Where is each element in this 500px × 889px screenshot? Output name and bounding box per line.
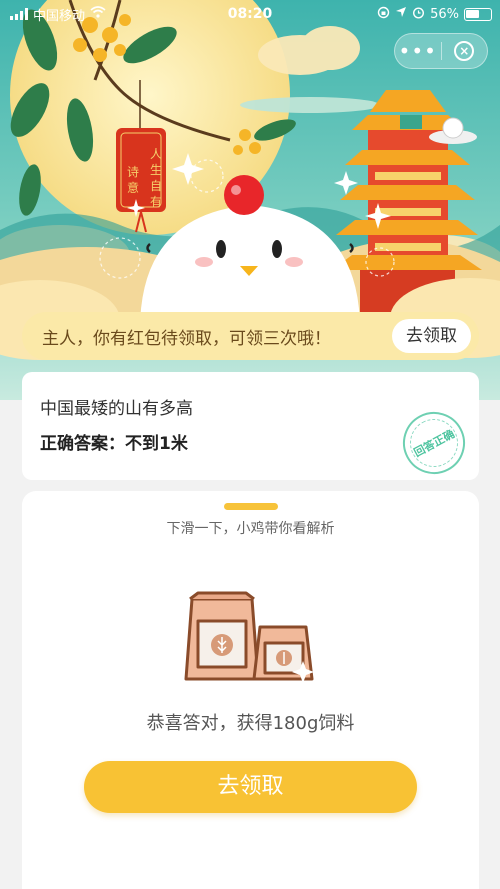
svg-text:意: 意 (127, 180, 139, 195)
claim-red-packet-button[interactable]: 去领取 (392, 319, 471, 353)
close-button[interactable]: × (441, 41, 487, 61)
reward-text: 恭喜答对，获得180g饲料 (146, 713, 355, 734)
sheet-handle[interactable] (224, 503, 278, 510)
correct-answer: 正确答案：不到1米 (40, 429, 461, 454)
miniprogram-capsule: ••• × (394, 33, 488, 69)
carrier-label: 中国移动 (33, 8, 86, 24)
rotation-lock-icon (377, 6, 390, 23)
status-bar: 中国移动 08:20 56% (0, 0, 500, 28)
answer-value: 不到1米 (125, 434, 188, 454)
reward-sheet: 下滑一下，小鸡带你看解析 恭喜答对，获得180g饲料 去领取 (22, 491, 479, 889)
svg-text:有: 有 (150, 195, 162, 209)
signal-icon (10, 8, 28, 20)
red-packet-notice: 主人，你有红包待领取，可领三次哦！ 去领取 (22, 312, 479, 360)
location-icon (395, 6, 407, 22)
question-text: 中国最矮的山有多高 (40, 399, 193, 419)
close-icon: × (454, 41, 475, 61)
stamp-label: 回答正确 (411, 427, 457, 460)
feed-bag-icon (182, 591, 322, 690)
notice-text: 主人，你有红包待领取，可领三次哦！ (42, 328, 331, 349)
svg-text:生: 生 (150, 163, 162, 177)
battery-percent: 56% (430, 6, 459, 22)
svg-text:自: 自 (150, 179, 162, 193)
answer-card: 中国最矮的山有多高 正确答案：不到1米 回答正确 (22, 372, 479, 485)
svg-text:诗: 诗 (127, 165, 139, 179)
answer-prefix: 正确答案： (40, 434, 125, 454)
svg-text:人: 人 (150, 147, 162, 161)
swipe-hint: 下滑一下，小鸡带你看解析 (166, 521, 335, 537)
alarm-icon (412, 6, 425, 23)
wifi-icon (90, 6, 106, 22)
claim-feed-button[interactable]: 去领取 (84, 761, 417, 813)
battery-icon (464, 7, 492, 21)
more-button[interactable]: ••• (395, 33, 441, 69)
